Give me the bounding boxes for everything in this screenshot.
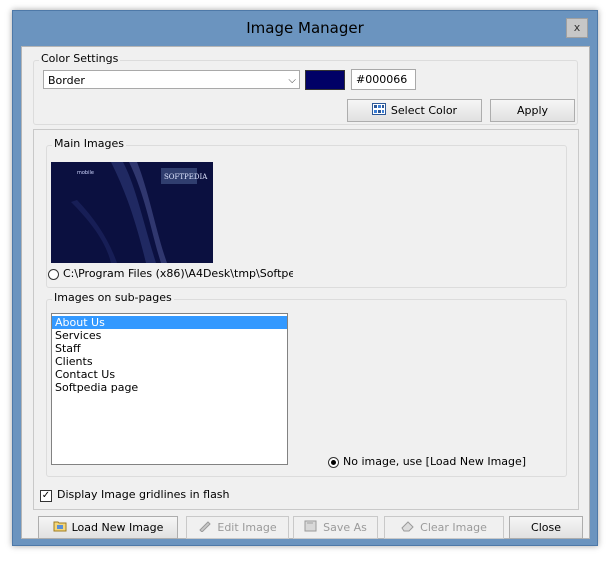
apply-button[interactable]: Apply [490,99,575,122]
list-item[interactable]: Services [52,329,287,342]
folder-image-icon [53,518,67,539]
load-new-image-button[interactable]: Load New Image [38,516,178,539]
svg-text:SOFTPEDIA: SOFTPEDIA [164,173,208,181]
title-bar[interactable]: Image Manager x [13,11,597,47]
close-window-button[interactable]: x [566,18,588,38]
gridlines-label: Display Image gridlines in flash [57,488,230,501]
list-item[interactable]: Contact Us [52,368,287,381]
list-item[interactable]: About Us [52,316,287,329]
main-image-radio[interactable] [48,269,59,280]
main-image-path: C:\Program Files (x86)\A4Desk\tmp\Softpe… [63,267,293,280]
clear-image-label: Clear Image [420,521,487,534]
list-item[interactable]: Clients [52,355,287,368]
close-button[interactable]: Close [509,516,583,539]
list-item[interactable]: Staff [52,342,287,355]
window-title: Image Manager [246,19,364,37]
sub-pages-list[interactable]: About Us Services Staff Clients Contact … [51,313,288,465]
no-image-radio[interactable] [328,457,339,468]
sub-pages-label: Images on sub-pages [52,291,174,304]
select-color-button[interactable]: Select Color [347,99,482,122]
edit-image-button[interactable]: Edit Image [186,516,289,539]
palette-icon [371,101,386,122]
chevron-down-icon: ⌵ [288,75,296,86]
save-as-button[interactable]: Save As [293,516,378,539]
select-color-label: Select Color [390,104,458,117]
pencil-icon [198,518,212,539]
main-images-group: Main Images mobile SOFTPEDIA C:\Program … [46,137,567,288]
color-target-select[interactable]: Border ⌵ [43,70,300,89]
clear-image-button[interactable]: Clear Image [384,516,504,539]
color-swatch[interactable] [305,70,345,90]
images-panel: Main Images mobile SOFTPEDIA C:\Program … [33,129,579,510]
save-as-label: Save As [323,521,367,534]
hex-color-field[interactable]: #000066 [351,69,416,90]
main-images-label: Main Images [52,137,126,150]
color-settings-label: Color Settings [39,52,121,65]
main-image-thumbnail[interactable]: mobile SOFTPEDIA [51,162,213,263]
list-item[interactable]: Softpedia page [52,381,287,394]
gridlines-checkbox[interactable]: ✓ [40,490,52,502]
svg-text:mobile: mobile [77,170,94,176]
color-settings-group: Color Settings Border ⌵ #000066 Select C… [33,52,578,125]
edit-image-label: Edit Image [217,521,277,534]
dialog-client-area: Color Settings Border ⌵ #000066 Select C… [21,46,590,539]
sub-pages-group: Images on sub-pages About Us Services St… [46,291,567,477]
save-icon [304,518,318,539]
color-target-value: Border [48,74,85,87]
close-icon: x [573,21,581,34]
eraser-icon [401,518,415,539]
image-manager-window: Image Manager x Color Settings Border ⌵ … [12,10,598,546]
no-image-label: No image, use [Load New Image] [343,455,527,468]
load-new-image-label: Load New Image [71,521,164,534]
